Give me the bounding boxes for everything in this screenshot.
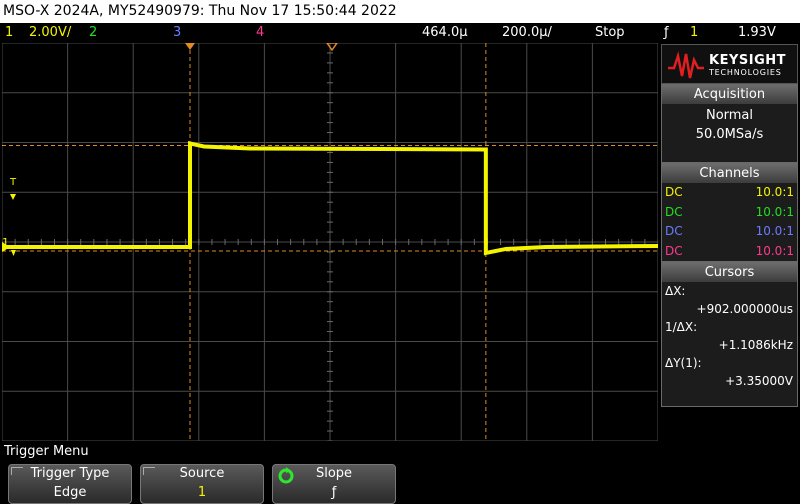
trigger-slope-icon: ƒ xyxy=(664,25,669,40)
channel-coupling: DC xyxy=(665,243,683,258)
acquisition-mode: Normal xyxy=(705,108,754,123)
keysight-logo: KEYSIGHT TECHNOLOGIES xyxy=(661,44,798,84)
inverse-delta-x-label: 1/ΔX: xyxy=(665,320,698,334)
channel-row-2: DC 10.0:1 xyxy=(662,203,797,223)
channel-row-1: DC 10.0:1 xyxy=(662,183,797,203)
softkey-slope[interactable]: Slope ƒ xyxy=(272,464,396,504)
delta-x-value: +902.000000us xyxy=(696,302,793,316)
channel-coupling: DC xyxy=(665,204,683,219)
waveform-display[interactable]: T 1 xyxy=(2,43,658,441)
channel-row-4: DC 10.0:1 xyxy=(662,242,797,262)
softkey-value: 1 xyxy=(197,485,207,500)
channel-probe: 10.0:1 xyxy=(755,185,794,199)
side-panel: KEYSIGHT TECHNOLOGIES Acquisition Normal… xyxy=(659,42,800,442)
acquisition-rate: 50.0MSa/s xyxy=(695,127,764,142)
trigger-source[interactable]: 1 xyxy=(690,23,698,42)
channel-coupling: DC xyxy=(665,185,683,199)
keysight-wave-icon xyxy=(668,51,704,79)
acquisition-section[interactable]: Acquisition Normal 50.0MSa/s xyxy=(661,84,798,163)
status-bar: 1 2.00V/ 2 3 4 464.0µ 200.0µ/ Stop ƒ 1 1… xyxy=(0,23,800,42)
ch3-number[interactable]: 3 xyxy=(173,23,181,42)
softkey-label: Source xyxy=(179,466,225,481)
ch2-number[interactable]: 2 xyxy=(89,23,97,42)
time-delay[interactable]: 464.0µ xyxy=(422,23,468,42)
delta-y-value: +3.35000V xyxy=(725,374,793,388)
inverse-delta-x-value: +1.1086kHz xyxy=(718,338,793,352)
ch1-ground-marker[interactable]: 1 xyxy=(2,236,9,249)
logo-subtitle: TECHNOLOGIES xyxy=(709,68,782,77)
softkey-trigger-type[interactable]: Trigger Type Edge xyxy=(8,464,132,504)
logo-brand: KEYSIGHT xyxy=(709,53,786,68)
channel-probe: 10.0:1 xyxy=(755,243,794,258)
channel-row-3: DC 10.0:1 xyxy=(662,222,797,242)
channels-section[interactable]: Channels DC 10.0:1 DC 10.0:1 DC 10.0:1 D… xyxy=(661,163,798,262)
cursors-title: Cursors xyxy=(662,263,797,282)
channel-coupling: DC xyxy=(665,224,683,238)
delta-x-label: ΔX: xyxy=(665,284,686,298)
channel-probe: 10.0:1 xyxy=(755,224,794,238)
channel-probe: 10.0:1 xyxy=(755,204,794,219)
trigger-level-marker: T xyxy=(10,177,17,188)
graticule xyxy=(2,43,658,441)
window-title: MSO-X 2024A, MY52490979: Thu Nov 17 15:5… xyxy=(0,0,800,23)
softkey-menu: Trigger Menu Trigger Type Edge Source 1 … xyxy=(0,442,800,504)
softkey-value: ƒ xyxy=(331,485,337,500)
run-state[interactable]: Stop xyxy=(595,23,625,42)
ch4-number[interactable]: 4 xyxy=(256,23,264,42)
channels-title: Channels xyxy=(662,164,797,183)
delta-y-label: ΔY(1): xyxy=(665,356,702,370)
acquisition-title: Acquisition xyxy=(662,85,797,104)
menu-title: Trigger Menu xyxy=(4,444,89,459)
softkey-label: Slope xyxy=(315,466,353,481)
trigger-level[interactable]: 1.93V xyxy=(738,23,776,42)
time-scale[interactable]: 200.0µ/ xyxy=(502,23,552,42)
softkey-label: Trigger Type xyxy=(30,466,110,481)
ch1-number[interactable]: 1 xyxy=(5,23,13,42)
ch1-scale[interactable]: 2.00V/ xyxy=(29,23,71,42)
softkey-source[interactable]: Source 1 xyxy=(140,464,264,504)
softkey-value: Edge xyxy=(53,485,87,500)
cursors-section[interactable]: Cursors ΔX: +902.000000us 1/ΔX: +1.1086k… xyxy=(661,262,798,407)
